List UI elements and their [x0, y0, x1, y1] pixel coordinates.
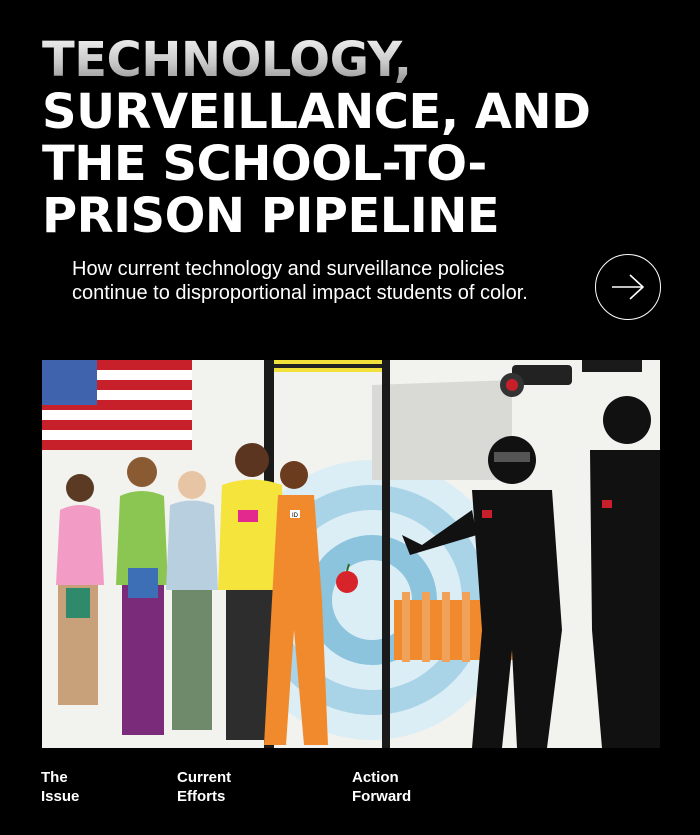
nav-label-line1: The: [41, 769, 68, 786]
arrow-right-icon: [612, 274, 644, 300]
illustration-art: ID: [42, 360, 660, 748]
page-title: TECHNOLOGY, SURVEILLANCE, AND THE SCHOOL…: [42, 34, 682, 242]
flag: [42, 360, 192, 450]
student-id-badge: ID: [292, 513, 299, 519]
nav-label-line1: Action: [352, 769, 399, 786]
next-button[interactable]: [595, 254, 661, 320]
page-subtitle: How current technology and surveillance …: [72, 258, 528, 304]
student-3: [166, 471, 218, 730]
student-2: [116, 457, 168, 735]
title-line-2: SURVEILLANCE, AND: [42, 84, 591, 140]
nav-label-line2: Efforts: [177, 788, 226, 805]
nav-label-line2: Issue: [41, 788, 80, 805]
title-line-1: TECHNOLOGY,: [42, 34, 682, 86]
title-line-4: PRISON PIPELINE: [42, 188, 500, 244]
nav-action-forward[interactable]: Action Forward: [352, 768, 411, 806]
title-line-3: THE SCHOOL-TO-: [42, 136, 487, 192]
nav-label-line2: Forward: [352, 788, 412, 805]
nav-the-issue[interactable]: The Issue: [41, 768, 79, 806]
school-to-prison-illustration: ID: [42, 360, 660, 748]
nav-current-efforts[interactable]: Current Efforts: [177, 768, 231, 806]
student-1: [56, 474, 104, 705]
nav-label-line1: Current: [177, 769, 232, 786]
